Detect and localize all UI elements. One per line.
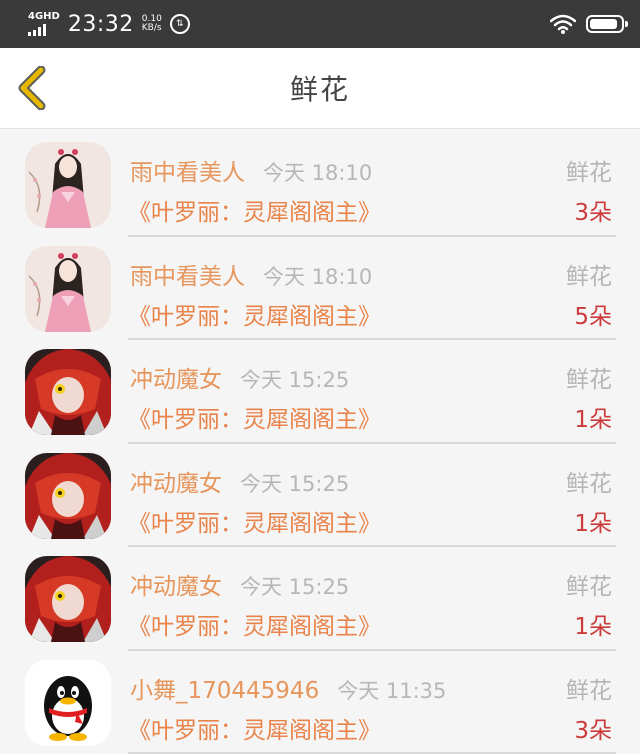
sender-name[interactable]: 雨中看美人 [130,257,245,291]
gift-time: 今天 11:35 [337,675,446,705]
qq-penguin-avatar [25,660,111,746]
gift-time: 今天 15:25 [240,364,349,394]
nav-bar: 鲜花 [0,48,640,129]
back-button[interactable] [16,66,52,110]
gift-info: 冲动魔女 今天 15:25 鲜花 《叶罗丽：灵犀阁阁主》 1朵 [128,340,616,444]
wifi-icon [550,14,576,34]
gift-list-item[interactable]: 冲动魔女 今天 15:25 鲜花 《叶罗丽：灵犀阁阁主》 1朵 [0,340,640,444]
gift-type: 鲜花 [566,671,612,705]
sender-name[interactable]: 冲动魔女 [130,567,222,601]
avatar[interactable] [25,142,111,228]
gift-info: 冲动魔女 今天 15:25 鲜花 《叶罗丽：灵犀阁阁主》 1朵 [128,547,616,651]
gift-header-row: 冲动魔女 今天 15:25 鲜花 [130,567,612,601]
gift-time: 今天 18:10 [263,157,372,187]
gift-info: 小舞_170445946 今天 11:35 鲜花 《叶罗丽：灵犀阁阁主》 3朵 [128,651,616,754]
gift-count: 1朵 [574,400,612,434]
anime-girl-pink-avatar [25,246,111,332]
gift-type: 鲜花 [566,567,612,601]
gift-detail-row: 《叶罗丽：灵犀阁阁主》 3朵 [128,711,612,745]
gift-detail-row: 《叶罗丽：灵犀阁阁主》 5朵 [128,297,612,331]
gift-header-row: 冲动魔女 今天 15:25 鲜花 [130,464,612,498]
gift-list-item[interactable]: 雨中看美人 今天 18:10 鲜花 《叶罗丽：灵犀阁阁主》 3朵 [0,133,640,237]
avatar[interactable] [25,246,111,332]
gift-list-item[interactable]: 冲动魔女 今天 15:25 鲜花 《叶罗丽：灵犀阁阁主》 1朵 [0,444,640,548]
avatar[interactable] [25,660,111,746]
avatar[interactable] [25,556,111,642]
gift-list-item[interactable]: 小舞_170445946 今天 11:35 鲜花 《叶罗丽：灵犀阁阁主》 3朵 [0,651,640,754]
status-time: 23:32 [68,12,134,37]
gift-type: 鲜花 [566,257,612,291]
gift-detail-row: 《叶罗丽：灵犀阁阁主》 3朵 [128,193,612,227]
gift-detail-row: 《叶罗丽：灵犀阁阁主》 1朵 [128,607,612,641]
gift-time: 今天 18:10 [263,261,372,291]
anime-girl-pink-avatar [25,142,111,228]
gift-count: 1朵 [574,607,612,641]
upload-download-icon: ⇅ [170,14,190,34]
gift-info: 雨中看美人 今天 18:10 鲜花 《叶罗丽：灵犀阁阁主》 5朵 [128,237,616,341]
network-indicator: 4GHD [28,12,60,36]
gift-time: 今天 15:25 [240,468,349,498]
book-title[interactable]: 《叶罗丽：灵犀阁阁主》 [128,504,381,538]
page-title: 鲜花 [290,68,350,108]
red-hair-anime-avatar [25,453,111,539]
gift-list: 雨中看美人 今天 18:10 鲜花 《叶罗丽：灵犀阁阁主》 3朵 雨中看美人 今… [0,129,640,754]
book-title[interactable]: 《叶罗丽：灵犀阁阁主》 [128,400,381,434]
gift-info: 冲动魔女 今天 15:25 鲜花 《叶罗丽：灵犀阁阁主》 1朵 [128,444,616,548]
gift-detail-row: 《叶罗丽：灵犀阁阁主》 1朵 [128,400,612,434]
gift-count: 3朵 [574,711,612,745]
book-title[interactable]: 《叶罗丽：灵犀阁阁主》 [128,607,381,641]
gift-count: 5朵 [574,297,612,331]
battery-level [590,19,617,29]
network-type: 4GHD [28,12,60,22]
status-left: 4GHD 23:32 0.10 KB/s ⇅ [28,12,190,37]
gift-detail-row: 《叶罗丽：灵犀阁阁主》 1朵 [128,504,612,538]
book-title[interactable]: 《叶罗丽：灵犀阁阁主》 [128,297,381,331]
gift-time: 今天 15:25 [240,571,349,601]
sender-name[interactable]: 冲动魔女 [130,360,222,394]
gift-count: 1朵 [574,504,612,538]
gift-header-row: 雨中看美人 今天 18:10 鲜花 [130,153,612,187]
gift-type: 鲜花 [566,153,612,187]
status-bar: 4GHD 23:32 0.10 KB/s ⇅ [0,0,640,48]
gift-info: 雨中看美人 今天 18:10 鲜花 《叶罗丽：灵犀阁阁主》 3朵 [128,133,616,237]
gift-header-row: 雨中看美人 今天 18:10 鲜花 [130,257,612,291]
book-title[interactable]: 《叶罗丽：灵犀阁阁主》 [128,193,381,227]
back-chevron-icon [16,66,52,110]
red-hair-anime-avatar [25,556,111,642]
battery-icon [586,15,624,33]
sender-name[interactable]: 雨中看美人 [130,153,245,187]
network-speed: 0.10 KB/s [142,15,162,34]
avatar[interactable] [25,453,111,539]
book-title[interactable]: 《叶罗丽：灵犀阁阁主》 [128,711,381,745]
red-hair-anime-avatar [25,349,111,435]
gift-type: 鲜花 [566,360,612,394]
sender-name[interactable]: 小舞_170445946 [130,671,319,705]
speed-unit: KB/s [142,24,162,33]
gift-list-item[interactable]: 雨中看美人 今天 18:10 鲜花 《叶罗丽：灵犀阁阁主》 5朵 [0,237,640,341]
avatar[interactable] [25,349,111,435]
gift-count: 3朵 [574,193,612,227]
gift-list-item[interactable]: 冲动魔女 今天 15:25 鲜花 《叶罗丽：灵犀阁阁主》 1朵 [0,547,640,651]
sender-name[interactable]: 冲动魔女 [130,464,222,498]
signal-icon [28,24,46,36]
gift-header-row: 小舞_170445946 今天 11:35 鲜花 [130,671,612,705]
gift-type: 鲜花 [566,464,612,498]
status-right [550,14,624,34]
gift-header-row: 冲动魔女 今天 15:25 鲜花 [130,360,612,394]
